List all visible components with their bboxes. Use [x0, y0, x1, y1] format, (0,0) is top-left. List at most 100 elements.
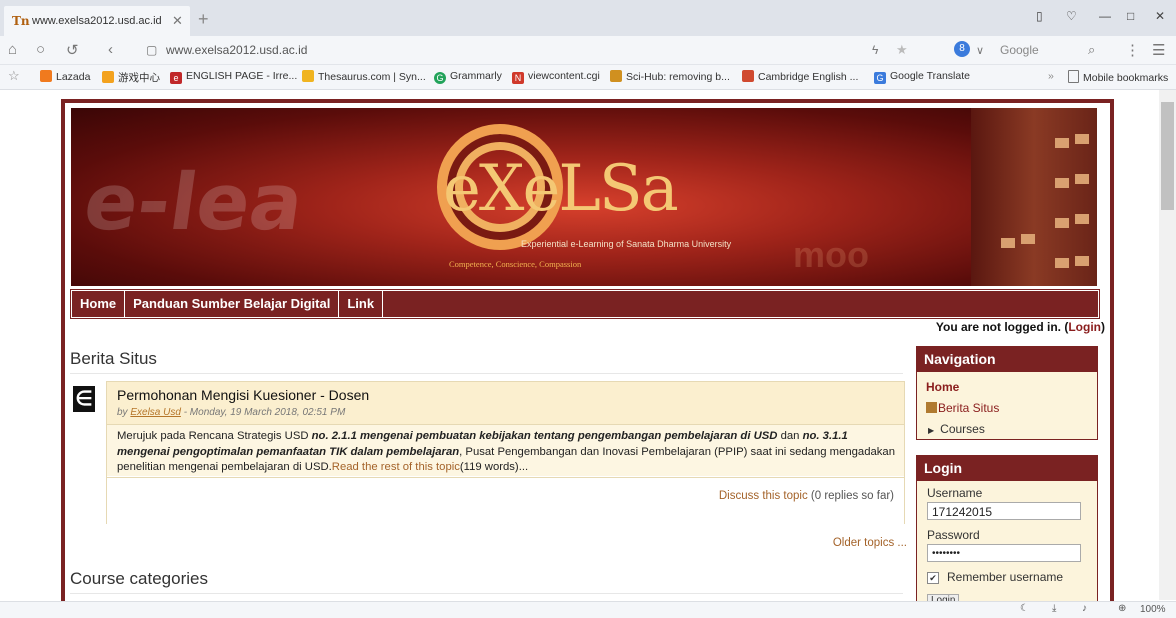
mobile-icon	[1068, 70, 1079, 83]
reader-mode-icon[interactable]: ▯	[1036, 9, 1043, 23]
post-body: Merujuk pada Rencana Strategis USD no. 2…	[107, 425, 904, 476]
divider	[70, 593, 903, 594]
window-close-icon[interactable]: ✕	[1155, 9, 1165, 23]
sound-icon[interactable]: ♪	[1082, 603, 1087, 614]
username-input[interactable]: 171242015	[927, 502, 1081, 520]
read-more-link[interactable]: Read the rest of this topic	[332, 461, 460, 473]
main-menu: Home Panduan Sumber Belajar Digital Link	[70, 289, 1100, 319]
site-subtitle: Experiential e-Learning of Sanata Dharma…	[521, 239, 732, 249]
login-link[interactable]: Login	[1068, 320, 1101, 334]
post-footer: Discuss this topic (0 replies so far)	[107, 477, 904, 524]
site-banner: e-lea eXeLSa Experiential e-Learning of …	[71, 108, 1097, 286]
login-status: You are not logged in. (Login)	[935, 320, 1105, 334]
news-post: Permohonan Mengisi Kuesioner - Dosen by …	[106, 381, 905, 524]
google-translate-icon: G	[874, 72, 886, 84]
mobile-bookmarks[interactable]: Mobile bookmarks	[1068, 70, 1168, 84]
post-byline: by Exelsa Usd - Monday, 19 March 2018, 0…	[117, 407, 346, 418]
bookmark-scihub[interactable]: Sci-Hub: removing b...	[610, 70, 730, 83]
post-author-link[interactable]: Exelsa Usd	[130, 407, 181, 418]
home-icon[interactable]: ⌂	[8, 41, 17, 58]
menu-home[interactable]: Home	[72, 291, 126, 317]
bookmark-cambridge[interactable]: Cambridge English ...	[742, 70, 858, 83]
news-icon	[926, 402, 937, 413]
thesaurus-icon	[302, 70, 314, 82]
back-icon[interactable]: ‹	[108, 41, 113, 58]
course-categories-heading: Course categories	[70, 569, 208, 588]
undo-icon[interactable]: ↺	[66, 41, 79, 59]
post-title: Permohonan Mengisi Kuesioner - Dosen	[117, 387, 370, 403]
hamburger-icon[interactable]: ☰	[1152, 41, 1165, 59]
more-bookmarks-icon[interactable]: »	[1048, 70, 1054, 82]
download-icon[interactable]: ⤓	[1052, 603, 1056, 614]
scihub-icon	[610, 70, 622, 82]
status-bar: ☾ ⤓ ♪ ⊕ 100%	[0, 601, 1176, 618]
menu-panduan[interactable]: Panduan Sumber Belajar Digital	[125, 291, 340, 317]
post-text: Merujuk pada Rencana Strategis USD no. 2…	[117, 430, 895, 473]
nav-home-link[interactable]: Home	[926, 380, 959, 394]
banner-e-learning-watermark: e-lea	[78, 158, 309, 248]
bookmark-english-page[interactable]: e ENGLISH PAGE - Irre...	[170, 70, 297, 84]
search-engine-icon[interactable]: 8	[954, 41, 970, 57]
chevron-down-icon[interactable]: ∨	[976, 44, 984, 57]
menu-link[interactable]: Link	[339, 291, 384, 317]
zoom-icon[interactable]: ⊕	[1118, 603, 1126, 614]
discussion-info: Discuss this topic (0 replies so far)	[718, 490, 894, 502]
night-mode-icon[interactable]: ☾	[1020, 603, 1029, 614]
navigation-block-title: Navigation	[917, 347, 1097, 372]
divider	[70, 373, 903, 374]
page-scrollbar[interactable]	[1159, 90, 1176, 600]
url-field[interactable]: www.exelsa2012.usd.ac.id	[166, 43, 307, 57]
building-image	[971, 108, 1097, 286]
password-input[interactable]: ••••••••	[927, 544, 1081, 562]
search-field[interactable]: Google	[1000, 43, 1039, 57]
username-label: Username	[927, 486, 983, 500]
tab-close-icon[interactable]: ✕	[172, 13, 190, 29]
minimize-icon[interactable]: —	[1099, 9, 1111, 23]
site-favicon-icon: Tn	[12, 14, 30, 28]
moodle-watermark: moo	[793, 234, 869, 275]
bookmark-google-translate[interactable]: G Google Translate	[874, 70, 970, 84]
browser-tab[interactable]: Tn www.exelsa2012.usd.ac.id ✕	[4, 6, 190, 36]
star-icon[interactable]: ★	[896, 42, 908, 58]
bookmark-game-center[interactable]: 游戏中心	[102, 70, 160, 85]
menu-dots-icon[interactable]: ⋮	[1125, 41, 1140, 59]
english-page-icon: e	[170, 72, 182, 84]
page-frame: e-lea eXeLSa Experiential e-Learning of …	[61, 99, 1114, 609]
news-heading: Berita Situs	[70, 349, 157, 368]
viewcontent-icon: N	[512, 72, 524, 84]
maximize-icon[interactable]: □	[1127, 9, 1134, 23]
bookmarks-bar: ☆ Lazada 游戏中心 e ENGLISH PAGE - Irre... Th…	[0, 65, 1176, 90]
post-header: Permohonan Mengisi Kuesioner - Dosen by …	[107, 382, 904, 425]
expand-arrow-icon: ▶	[928, 426, 935, 435]
game-center-icon	[102, 71, 114, 83]
lazada-icon	[40, 70, 52, 82]
bookmark-lazada[interactable]: Lazada	[40, 70, 90, 83]
older-topics-link[interactable]: Older topics ...	[833, 537, 907, 549]
remember-username[interactable]: ✔ Remember username	[927, 570, 1063, 584]
discuss-link[interactable]: Discuss this topic	[719, 490, 808, 502]
cambridge-icon	[742, 70, 754, 82]
bookmark-viewcontent[interactable]: Nviewcontent.cgi	[512, 70, 600, 84]
password-label: Password	[927, 528, 980, 542]
browser-tab-bar: Tn www.exelsa2012.usd.ac.id ✕ + ▯ ♡ — □ …	[0, 0, 1176, 36]
search-icon[interactable]: ⌕	[1088, 42, 1095, 58]
nav-site-news[interactable]: Berita Situs	[926, 401, 999, 415]
address-bar: ⌂ ○ ↺ ‹ ▢ www.exelsa2012.usd.ac.id ϟ ★ 8…	[0, 36, 1176, 65]
bookmark-grammarly[interactable]: G Grammarly	[434, 70, 502, 84]
site-motto: Competence, Conscience, Compassion	[449, 259, 582, 269]
checkbox-checked-icon[interactable]: ✔	[927, 572, 939, 584]
login-block: Login Username 171242015 Password ••••••…	[916, 455, 1098, 609]
bookmark-thesaurus[interactable]: Thesaurus.com | Syn...	[302, 70, 426, 83]
refresh-icon[interactable]: ○	[36, 41, 45, 58]
nav-courses[interactable]: ▶ Courses	[928, 422, 985, 436]
skin-icon[interactable]: ♡	[1066, 9, 1077, 23]
author-avatar[interactable]: ∈	[73, 386, 95, 412]
lightning-icon[interactable]: ϟ	[872, 43, 878, 57]
page-icon: ▢	[146, 43, 158, 57]
bookmark-star-icon[interactable]: ☆	[8, 68, 20, 84]
tab-title: www.exelsa2012.usd.ac.id	[32, 15, 162, 27]
new-tab-icon[interactable]: +	[198, 9, 209, 30]
zoom-level[interactable]: 100%	[1140, 604, 1166, 615]
scrollbar-thumb[interactable]	[1161, 102, 1174, 210]
login-block-title: Login	[917, 456, 1097, 481]
